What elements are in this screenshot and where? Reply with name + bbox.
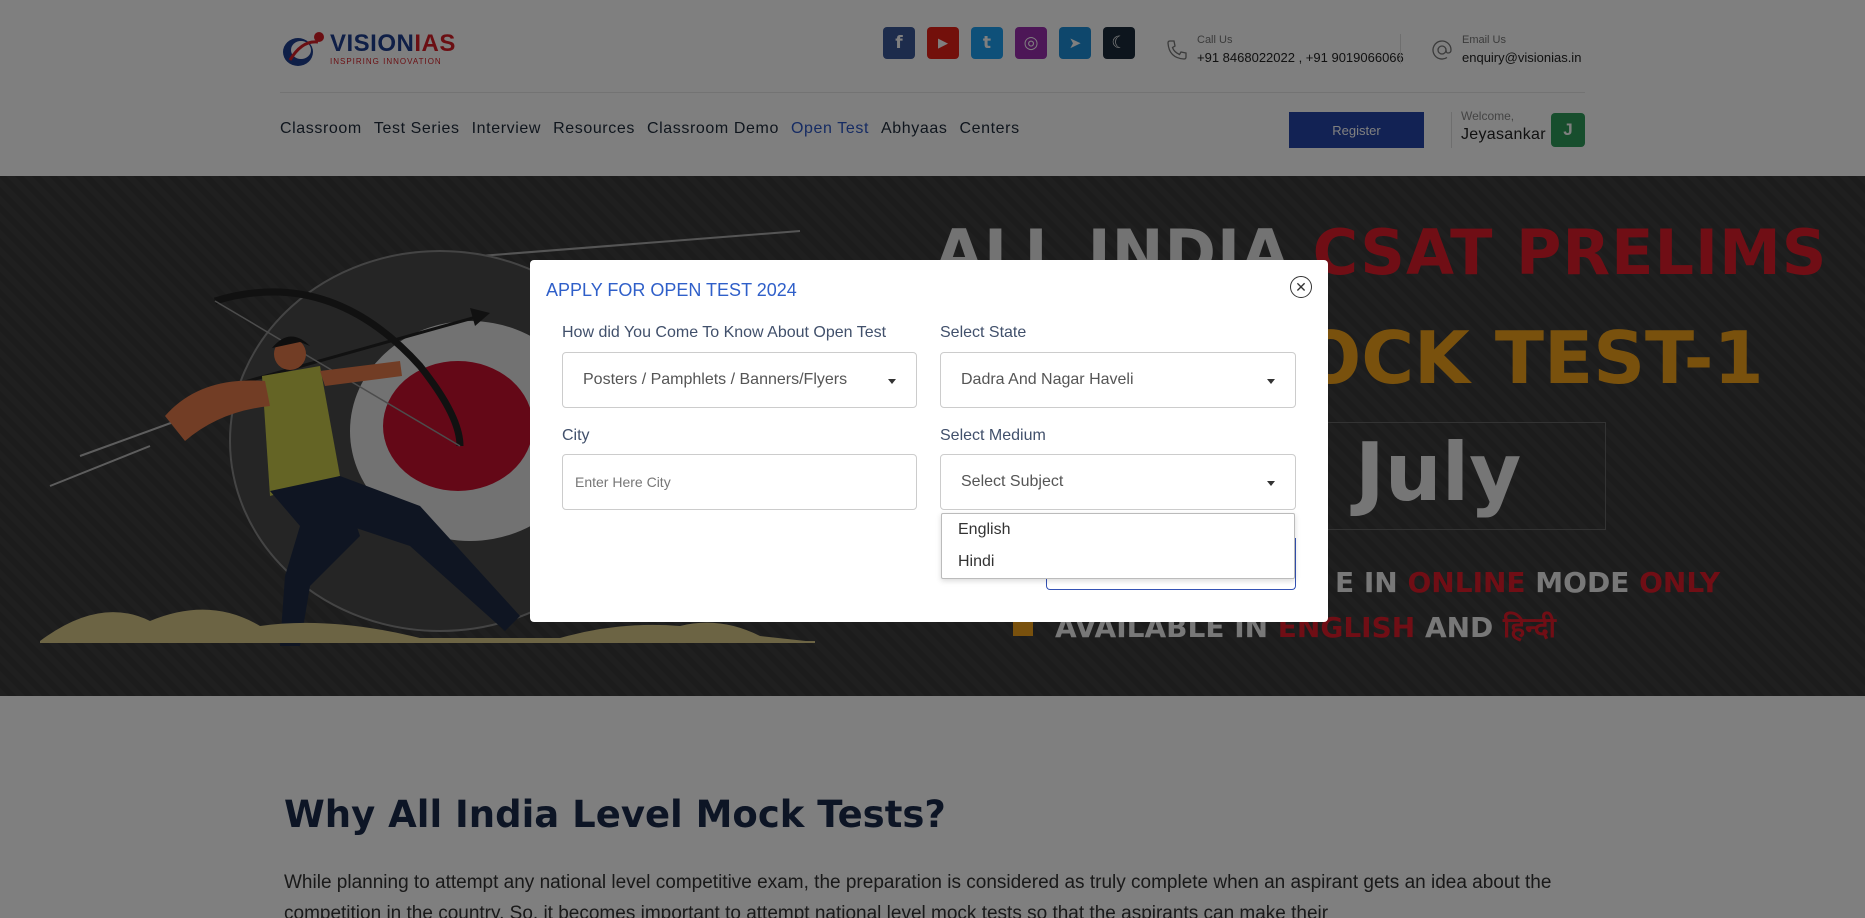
medium-select[interactable]: Select Subject xyxy=(940,454,1296,510)
state-select[interactable]: Dadra And Nagar Haveli xyxy=(940,352,1296,408)
medium-label: Select Medium xyxy=(940,427,1046,444)
medium-option-hindi[interactable]: Hindi xyxy=(958,553,994,571)
source-select[interactable]: Posters / Pamphlets / Banners/Flyers xyxy=(562,352,917,408)
city-label: City xyxy=(562,427,590,444)
chevron-down-icon xyxy=(1267,481,1275,486)
city-input[interactable]: Enter Here City xyxy=(562,454,917,510)
chevron-down-icon xyxy=(1267,379,1275,384)
state-label: Select State xyxy=(940,324,1027,341)
city-placeholder: Enter Here City xyxy=(575,474,671,490)
chevron-down-icon xyxy=(888,379,896,384)
medium-dropdown: English Hindi xyxy=(941,513,1295,579)
medium-option-english[interactable]: English xyxy=(958,521,1010,539)
close-icon[interactable]: ✕ xyxy=(1290,276,1312,298)
medium-value: Select Subject xyxy=(961,473,1064,490)
source-value: Posters / Pamphlets / Banners/Flyers xyxy=(583,371,848,388)
modal-title: APPLY FOR OPEN TEST 2024 xyxy=(546,280,797,300)
apply-open-test-modal: APPLY FOR OPEN TEST 2024 ✕ How did You C… xyxy=(530,260,1328,622)
source-label: How did You Come To Know About Open Test xyxy=(562,324,887,341)
state-value: Dadra And Nagar Haveli xyxy=(961,371,1134,388)
